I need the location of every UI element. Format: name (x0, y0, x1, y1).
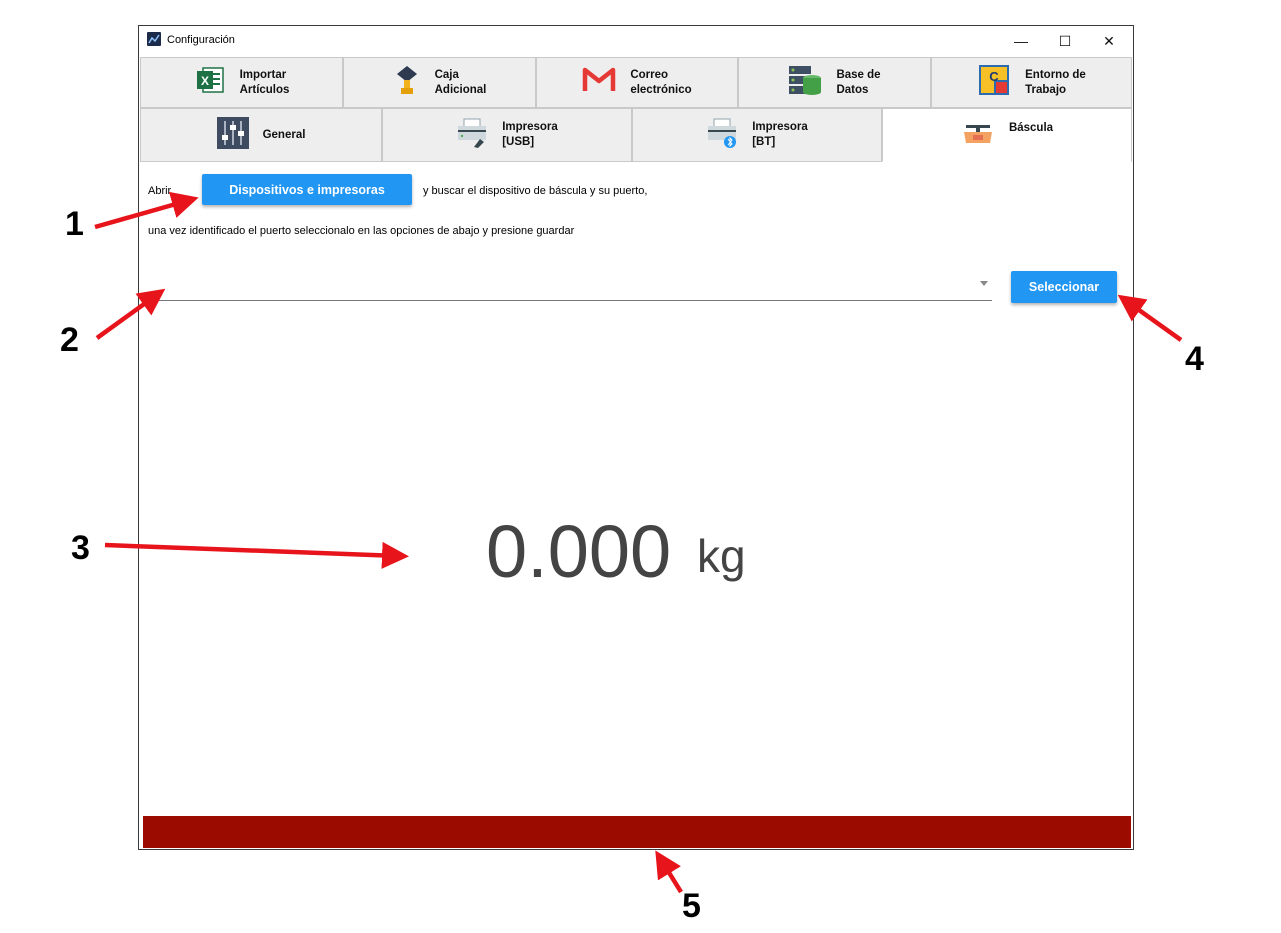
annotation-overlay (94, 191, 1183, 894)
annotation-arrow-3 (104, 541, 409, 569)
annotation-number-4: 4 (1185, 340, 1204, 378)
annotation-arrow-5 (655, 850, 683, 894)
annotation-arrow-2 (95, 288, 166, 340)
annotation-number-1: 1 (65, 205, 84, 243)
annotation-arrow-1 (94, 191, 199, 230)
annotation-number-5: 5 (682, 887, 701, 925)
annotation-arrow-4 (1117, 294, 1183, 342)
annotation-number-3: 3 (71, 529, 90, 567)
annotation-number-2: 2 (60, 321, 79, 359)
